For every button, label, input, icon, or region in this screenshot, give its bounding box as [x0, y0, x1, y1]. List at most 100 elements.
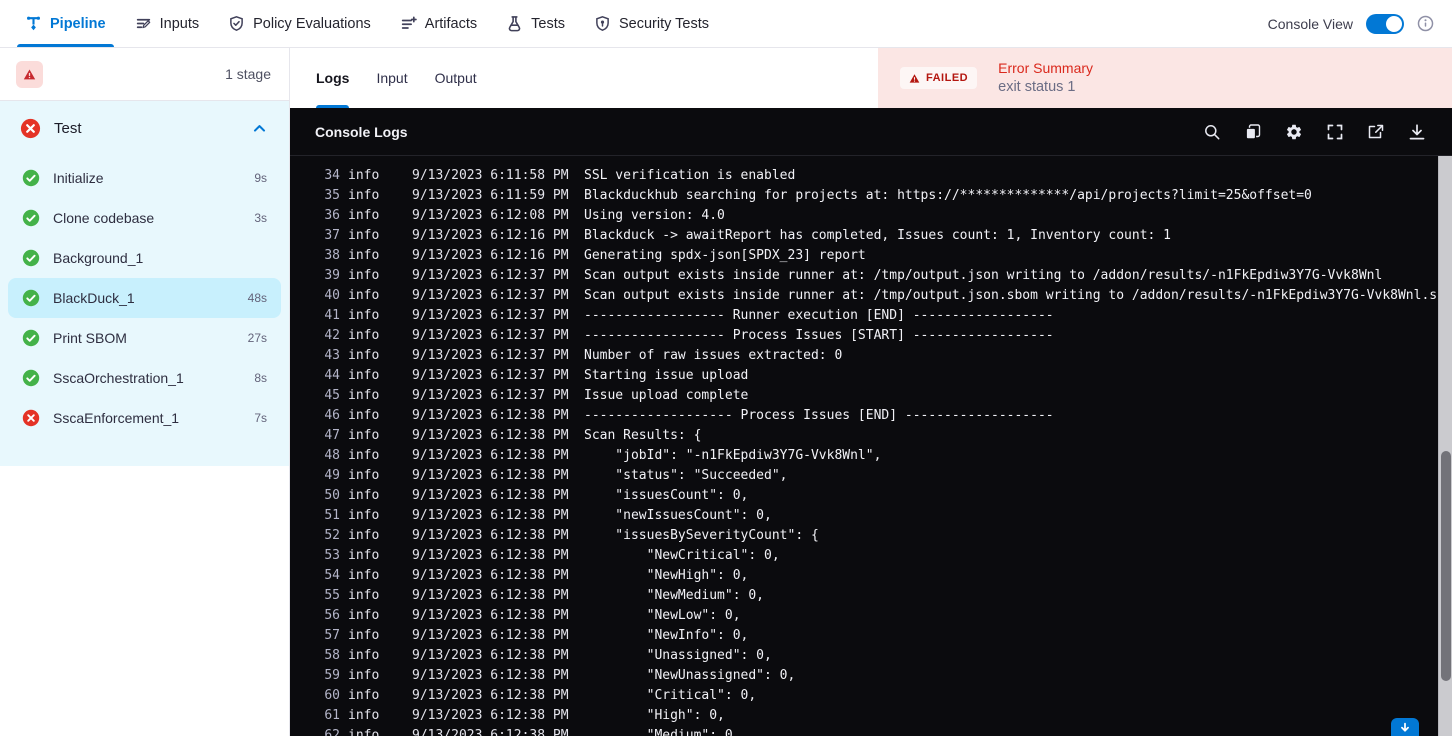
log-message: "NewInfo": 0, [584, 628, 749, 643]
log-message: "High": 0, [584, 708, 725, 723]
log-timestamp: 9/13/2023 6:12:38 PM [412, 408, 569, 423]
log-line-number: 39 [324, 268, 340, 283]
log-message: ------------------ Process Issues [START… [584, 328, 1054, 343]
log-line-number: 36 [324, 208, 340, 223]
log-message: Issue upload complete [584, 388, 749, 403]
log-level: info [348, 708, 380, 723]
open-in-new-button[interactable] [1367, 123, 1385, 141]
log-timestamp: 9/13/2023 6:12:37 PM [412, 328, 569, 343]
top-nav-tabs: Pipeline Inputs Policy Evaluations Artifact… [17, 0, 710, 47]
step-duration: 48s [247, 291, 267, 305]
tab-logs[interactable]: Logs [316, 48, 350, 108]
log-level: info [348, 288, 380, 303]
log-line-number: 42 [324, 328, 340, 343]
log-timestamp: 9/13/2023 6:12:38 PM [412, 468, 569, 483]
console-header: Console Logs [290, 108, 1452, 156]
log-message: Scan Results: { [584, 428, 702, 443]
log-message: Scan output exists inside runner at: /tm… [584, 268, 1383, 283]
log-line: 50 info 9/13/2023 6:12:38 PM "issuesCount"… [316, 486, 1438, 506]
tab-artifacts[interactable]: Artifacts [399, 0, 478, 47]
stage-failed-warning-icon [16, 60, 43, 88]
step-clone-codebase[interactable]: Clone codebase 3s [8, 198, 281, 238]
copy-button[interactable] [1244, 123, 1262, 141]
scrollbar-thumb[interactable] [1441, 451, 1451, 681]
log-message: "Medium": 0 [584, 728, 733, 736]
log-level: info [348, 348, 380, 363]
console-view-toggle[interactable] [1366, 13, 1404, 34]
log-timestamp: 9/13/2023 6:12:38 PM [412, 588, 569, 603]
log-tabbar: Logs Input Output FAILED Error Summary exi… [290, 48, 1452, 108]
log-message: "NewCritical": 0, [584, 548, 780, 563]
settings-button[interactable] [1285, 123, 1303, 141]
tab-pipeline[interactable]: Pipeline [17, 0, 114, 47]
stage-name: Test [54, 120, 82, 137]
info-icon[interactable] [1417, 15, 1434, 32]
log-line-number: 43 [324, 348, 340, 363]
log-level: info [348, 428, 380, 443]
log-line-number: 49 [324, 468, 340, 483]
step-duration: 3s [254, 211, 267, 225]
check-circle-icon [22, 369, 40, 387]
log-output: 34 info 9/13/2023 6:11:58 PM SSL verificati… [290, 166, 1438, 736]
tab-label: Policy Evaluations [253, 15, 371, 32]
tab-output[interactable]: Output [435, 48, 477, 108]
log-timestamp: 9/13/2023 6:12:38 PM [412, 688, 569, 703]
log-line: 57 info 9/13/2023 6:12:38 PM "NewInfo": 0, [316, 626, 1438, 646]
stage-header[interactable]: Test [0, 101, 289, 152]
download-button[interactable] [1408, 123, 1426, 141]
log-message: Generating spdx-json[SPDX_23] report [584, 248, 866, 263]
fullscreen-button[interactable] [1326, 123, 1344, 141]
log-line: 55 info 9/13/2023 6:12:38 PM "NewMedium": … [316, 586, 1438, 606]
log-level: info [348, 648, 380, 663]
check-circle-icon [22, 329, 40, 347]
tab-policy-evaluations[interactable]: Policy Evaluations [227, 0, 372, 47]
log-level: info [348, 548, 380, 563]
scroll-to-bottom-button[interactable] [1391, 718, 1419, 736]
log-line: 43 info 9/13/2023 6:12:37 PM Number of raw … [316, 346, 1438, 366]
log-line-number: 61 [324, 708, 340, 723]
step-duration: 27s [247, 331, 267, 345]
search-icon [1203, 123, 1221, 141]
log-timestamp: 9/13/2023 6:12:38 PM [412, 628, 569, 643]
tab-input[interactable]: Input [376, 48, 407, 108]
stage-panel: Test Initialize 9s Clone codebase 3s Backgro… [0, 101, 289, 466]
scrollbar-track[interactable] [1438, 156, 1452, 736]
log-line-number: 37 [324, 228, 340, 243]
inputs-icon [135, 15, 152, 32]
pipeline-icon [25, 15, 42, 32]
step-blackduck-1[interactable]: BlackDuck_1 48s [8, 278, 281, 318]
log-level: info [348, 468, 380, 483]
search-button[interactable] [1203, 123, 1221, 141]
error-summary-message: exit status 1 [998, 79, 1076, 95]
log-message: ------------------- Process Issues [END]… [584, 408, 1054, 423]
step-sscaenforcement-1[interactable]: SscaEnforcement_1 7s [8, 398, 281, 438]
copy-icon [1244, 123, 1262, 141]
step-background-1[interactable]: Background_1 [8, 238, 281, 278]
log-level: info [348, 188, 380, 203]
log-message: "Unassigned": 0, [584, 648, 772, 663]
status-badge-label: FAILED [926, 72, 969, 84]
log-line-number: 51 [324, 508, 340, 523]
log-line: 48 info 9/13/2023 6:12:38 PM "jobId": "-n1… [316, 446, 1438, 466]
log-timestamp: 9/13/2023 6:12:37 PM [412, 348, 569, 363]
error-summary-banner: FAILED Error Summary exit status 1 [878, 48, 1452, 108]
log-level: info [348, 208, 380, 223]
log-line-number: 47 [324, 428, 340, 443]
step-print-sbom[interactable]: Print SBOM 27s [8, 318, 281, 358]
tab-tests[interactable]: Tests [505, 0, 566, 47]
step-initialize[interactable]: Initialize 9s [8, 158, 281, 198]
warning-triangle-icon [909, 73, 920, 84]
log-line: 53 info 9/13/2023 6:12:38 PM "NewCritical"… [316, 546, 1438, 566]
tab-security-tests[interactable]: Security Tests [593, 0, 710, 47]
log-level: info [348, 588, 380, 603]
log-message: Using version: 4.0 [584, 208, 725, 223]
log-level: info [348, 488, 380, 503]
step-sscaorchestration-1[interactable]: SscaOrchestration_1 8s [8, 358, 281, 398]
chevron-up-icon[interactable] [252, 121, 267, 136]
log-level: info [348, 308, 380, 323]
tab-inputs[interactable]: Inputs [134, 0, 201, 47]
check-circle-icon [22, 169, 40, 187]
status-badge: FAILED [900, 67, 978, 89]
step-duration: 7s [254, 411, 267, 425]
log-line-number: 62 [324, 728, 340, 736]
